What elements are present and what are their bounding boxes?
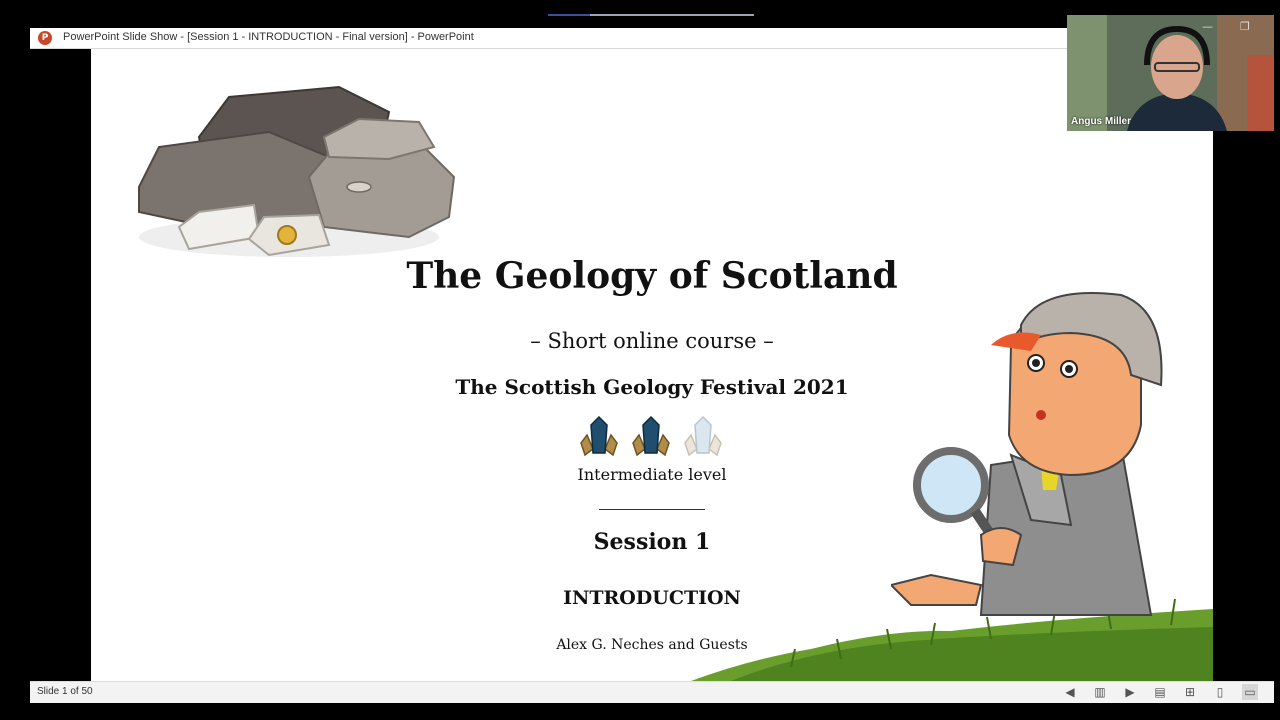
- level-rating: [577, 415, 727, 459]
- slide[interactable]: The Geology of Scotland – Short online c…: [91, 49, 1213, 681]
- participant-name: Angus Miller: [1071, 116, 1132, 127]
- slideshow-area[interactable]: The Geology of Scotland – Short online c…: [30, 49, 1274, 681]
- rocks-illustration: [138, 85, 456, 257]
- normal-view-icon[interactable]: ▤: [1152, 684, 1168, 700]
- detective-illustration: [891, 292, 1163, 616]
- slide-menu-icon[interactable]: ▥: [1092, 684, 1108, 700]
- window-title: PowerPoint Slide Show - [Session 1 - INT…: [63, 31, 474, 43]
- crystal-filled-icon: [580, 415, 618, 457]
- divider-line: [599, 509, 705, 510]
- slide-counter: Slide 1 of 50: [37, 686, 93, 697]
- slideshow-icon[interactable]: ▭: [1242, 684, 1258, 700]
- status-bar: Slide 1 of 50 ◀ ▥ ▶ ▤ ⊞ ▯ ▭: [30, 681, 1274, 703]
- crystal-filled-icon: [632, 415, 670, 457]
- crystal-empty-icon: [684, 415, 722, 457]
- minimize-button[interactable]: —: [1202, 20, 1213, 33]
- status-bar-controls: ◀ ▥ ▶ ▤ ⊞ ▯ ▭: [1062, 684, 1258, 700]
- powerpoint-icon: P: [38, 31, 52, 45]
- reading-view-icon[interactable]: ▯: [1212, 684, 1228, 700]
- previous-icon[interactable]: ◀: [1062, 684, 1078, 700]
- slide-sorter-icon[interactable]: ⊞: [1182, 684, 1198, 700]
- restore-button[interactable]: ❐: [1240, 20, 1250, 33]
- meeting-toolbar-indicator: [548, 14, 754, 16]
- next-icon[interactable]: ▶: [1122, 684, 1138, 700]
